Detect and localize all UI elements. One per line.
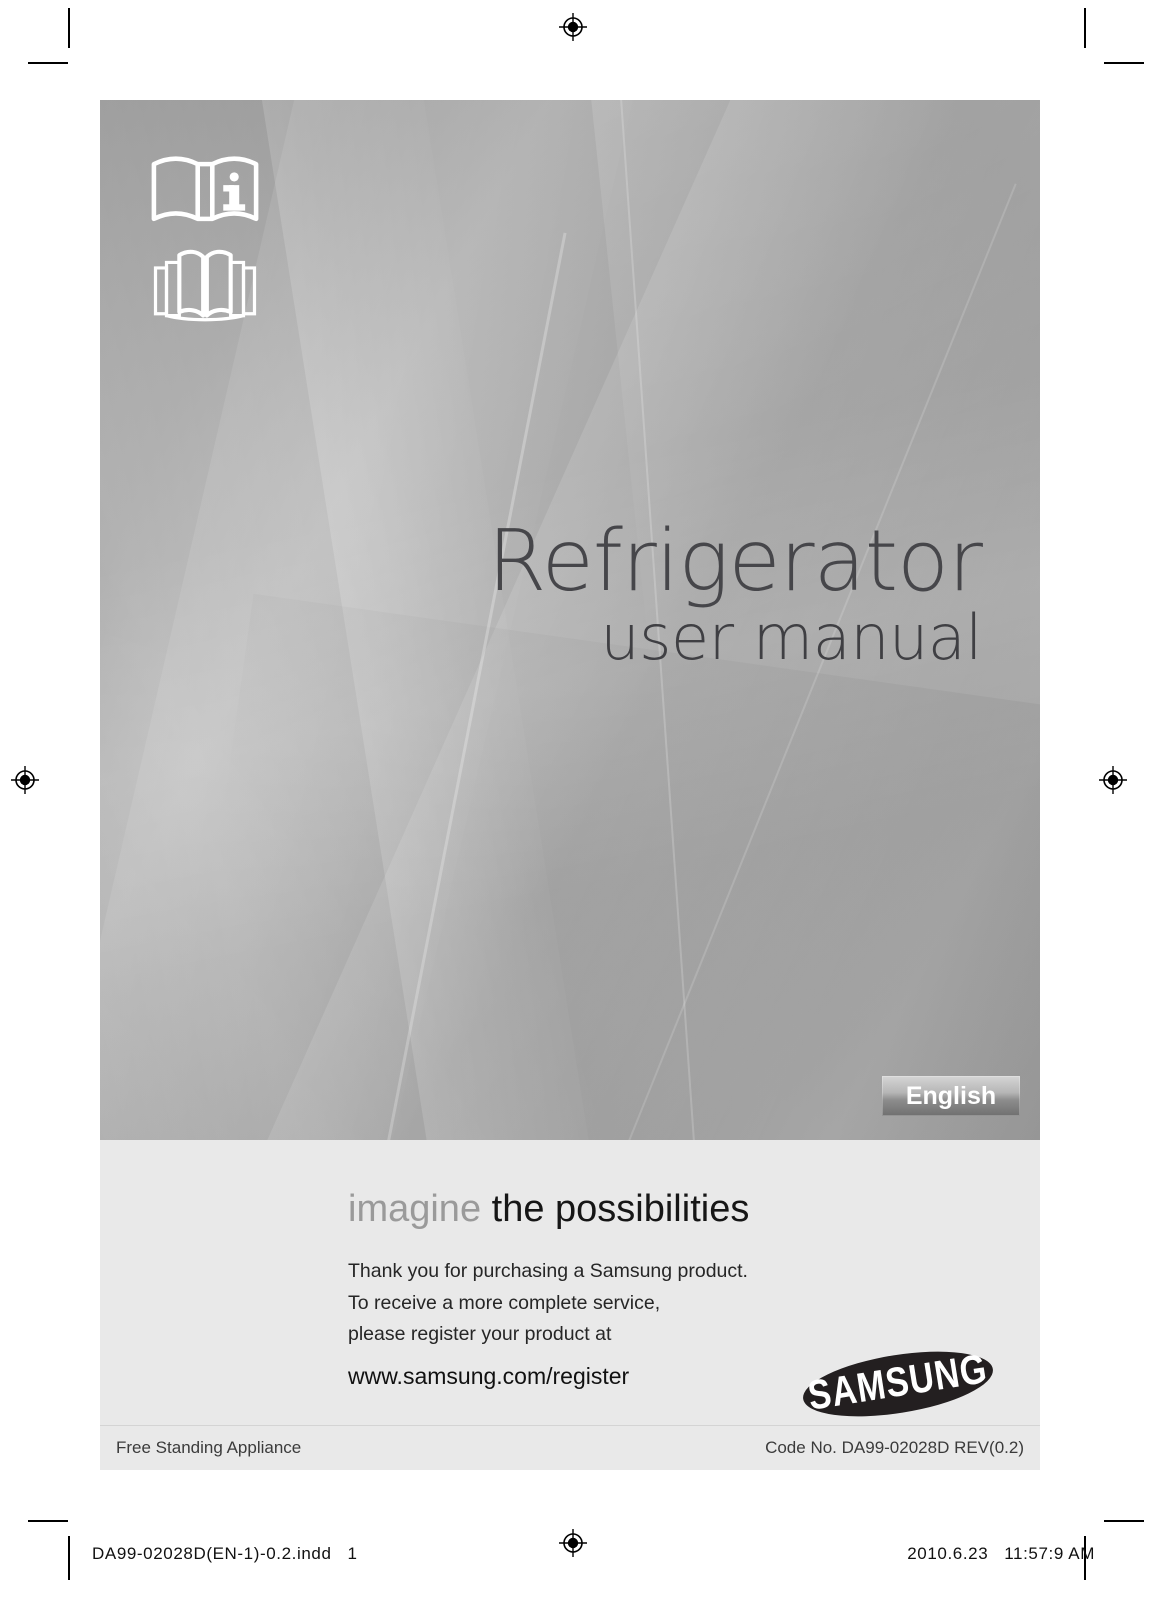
blurb-line-1: Thank you for purchasing a Samsung produ…	[348, 1260, 748, 1282]
manual-icons	[150, 155, 270, 323]
samsung-logo: SAMSUNG	[798, 1338, 998, 1418]
info-book-icon	[150, 155, 270, 228]
register-url[interactable]: www.samsung.com/register	[348, 1358, 748, 1395]
crop-mark-top-left-vertical	[68, 8, 70, 48]
crop-mark-bottom-left-horizontal	[28, 1520, 68, 1522]
title-block: Refrigerator user manual	[487, 512, 983, 675]
brand-tagline: imagine the possibilities	[348, 1188, 749, 1231]
registration-target-icon-right	[1098, 765, 1128, 795]
print-timestamp: 2010.6.23 11:57:9 AM	[907, 1544, 1095, 1563]
print-filename: DA99-02028D(EN-1)-0.2.indd 1	[92, 1544, 358, 1563]
crop-mark-bottom-right-horizontal	[1104, 1520, 1144, 1522]
cover-artwork-panel: Refrigerator user manual English	[100, 100, 1040, 1140]
crop-mark-top-right-horizontal	[1104, 62, 1144, 64]
tagline-light: imagine	[348, 1188, 482, 1230]
registration-target-icon	[558, 12, 588, 42]
blurb-line-2: To receive a more complete service,	[348, 1291, 661, 1314]
language-badge: English	[882, 1076, 1020, 1116]
document-code-label: Code No. DA99-02028D REV(0.2)	[765, 1438, 1024, 1457]
tagline-bold: the possibilities	[491, 1188, 750, 1230]
page-subtitle: user manual	[600, 601, 982, 675]
crop-mark-top-left-horizontal	[28, 62, 68, 64]
open-book-icon	[150, 244, 270, 323]
blurb-line-3: please register your product at	[348, 1323, 612, 1346]
registration-blurb: Thank you for purchasing a Samsung produ…	[348, 1256, 748, 1395]
language-badge-label: English	[905, 1081, 997, 1110]
print-info-bar: DA99-02028D(EN-1)-0.2.indd 1 2010.6.23 1…	[0, 1532, 1173, 1576]
page-title: Refrigerator	[487, 512, 983, 611]
registration-target-icon-left	[10, 765, 40, 795]
cover-footer: Free Standing Appliance Code No. DA99-02…	[100, 1425, 1040, 1470]
crop-mark-top-right-vertical	[1084, 8, 1086, 48]
appliance-type-label: Free Standing Appliance	[116, 1438, 302, 1457]
cover-lower-section: imagine the possibilities Thank you for …	[100, 1140, 1040, 1470]
